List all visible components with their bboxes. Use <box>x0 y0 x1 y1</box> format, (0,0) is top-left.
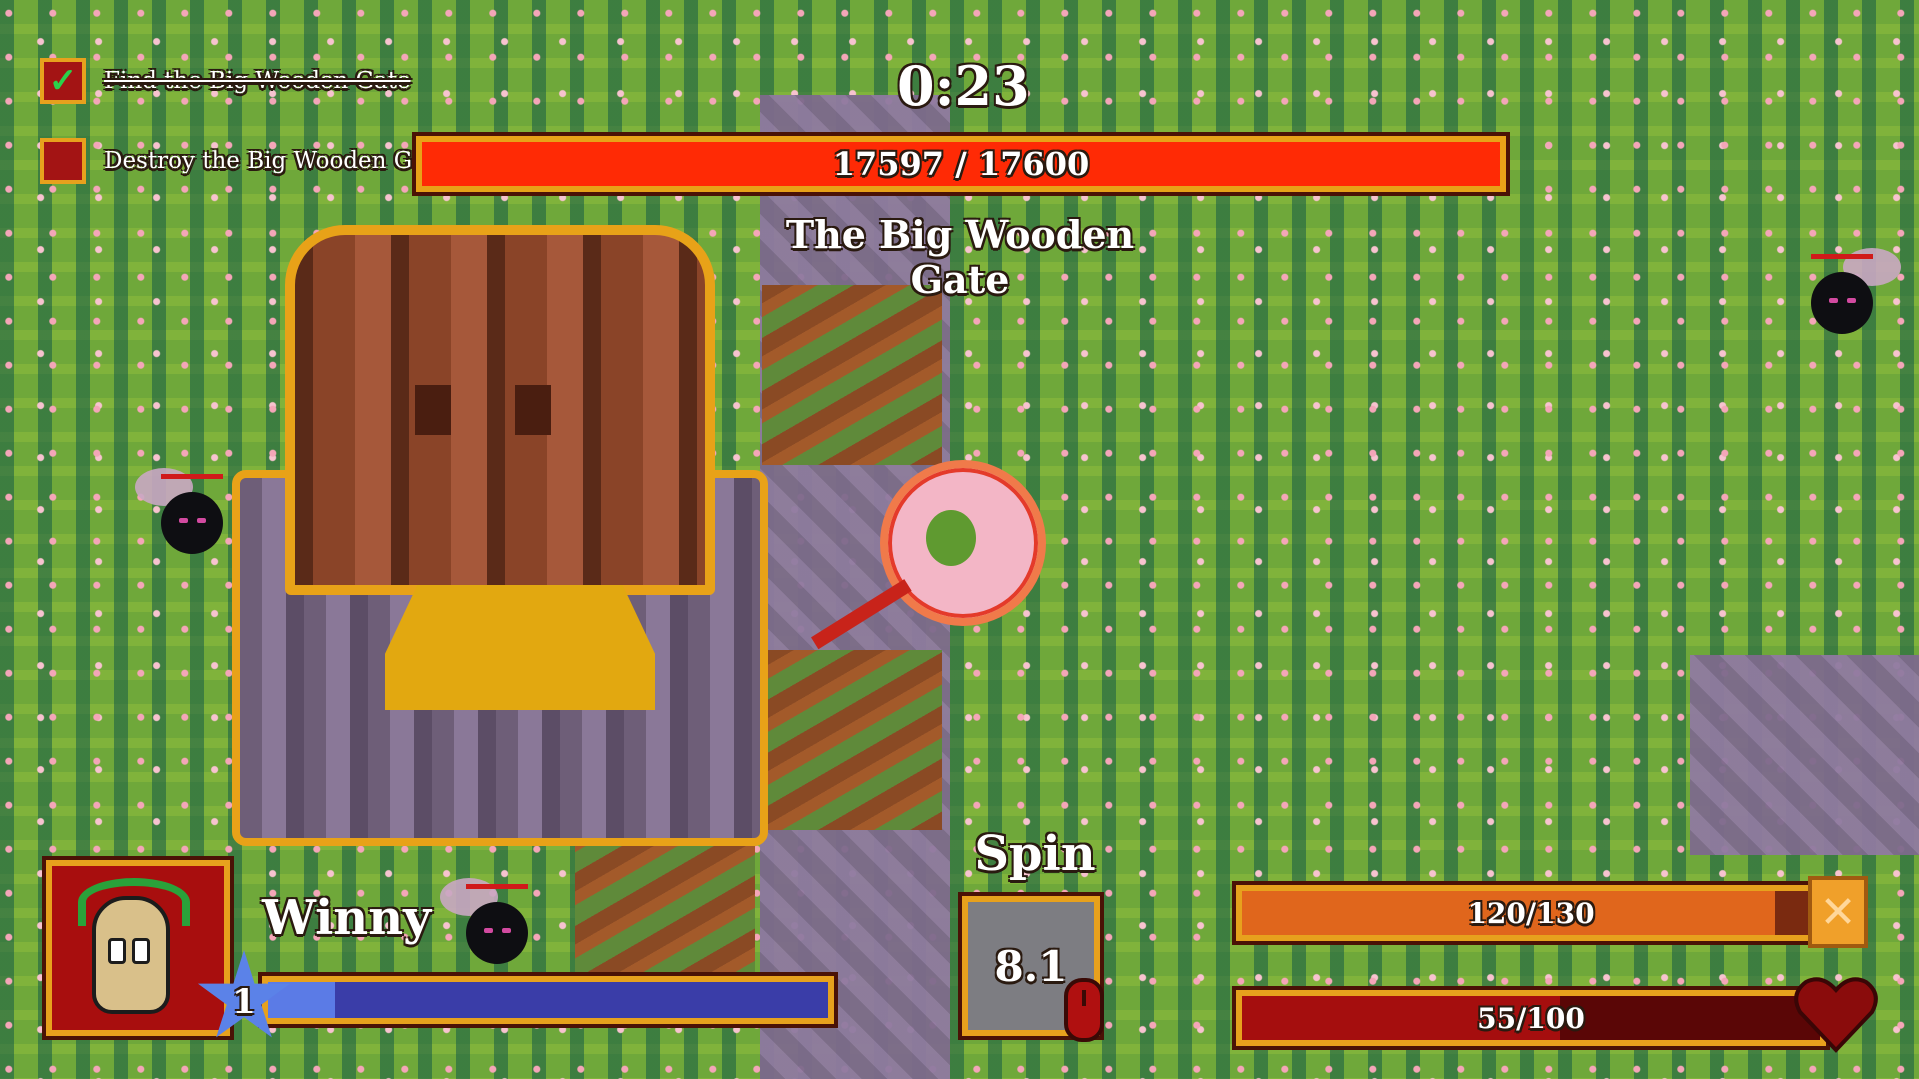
ability-cooldown: 8.1 <box>994 941 1068 991</box>
portrait-eye <box>132 938 150 964</box>
enemy-fly[interactable] <box>135 468 229 554</box>
stamina-text: 120/130 <box>1467 896 1595 930</box>
enemy-eye <box>197 518 206 523</box>
enemy-fly[interactable] <box>440 878 534 964</box>
objective-item: Destroy the Big Wooden Gate <box>40 138 449 184</box>
mouse-icon <box>1064 978 1104 1042</box>
objective-item: ✓ Find the Big Wooden Gate <box>40 58 411 104</box>
heart-icon <box>1794 977 1878 1053</box>
dirt-tile <box>762 650 942 830</box>
enemy-body <box>161 492 223 554</box>
stamina-icon: ✕ <box>1808 876 1868 948</box>
boss-health-bar: 17597 / 17600 <box>412 132 1510 196</box>
enemy-eye <box>502 928 511 933</box>
objective-label: Find the Big Wooden Gate <box>104 68 411 94</box>
round-timer: 0:23 <box>897 54 1030 118</box>
checkmark-icon: ✓ <box>48 61 78 101</box>
health-text: 55/100 <box>1477 1001 1585 1035</box>
enemy-body <box>1811 272 1873 334</box>
enemy-eye <box>1829 298 1838 303</box>
objective-checkbox: ✓ <box>40 58 86 104</box>
boss-health-text: 17597 / 17600 <box>832 145 1090 183</box>
stamina-bar: 120/130 <box>1232 881 1830 945</box>
enemy-health-bar <box>1811 254 1873 259</box>
enemy-fly[interactable] <box>1805 248 1901 334</box>
enemy-eye <box>484 928 493 933</box>
experience-bar <box>258 972 838 1028</box>
player-character <box>811 460 1046 650</box>
stone-path <box>1690 655 1919 855</box>
gate-gold-plate <box>385 585 655 710</box>
objective-label: Destroy the Big Wooden Gate <box>104 148 449 174</box>
enemy-health-bar <box>466 884 528 889</box>
dirt-tile <box>762 285 942 465</box>
boss-name: The Big Wooden Gate <box>785 212 1135 302</box>
enemy-eye <box>1847 298 1856 303</box>
objective-checkbox <box>40 138 86 184</box>
player-level: 1 <box>232 982 256 1022</box>
enemy-eye <box>179 518 188 523</box>
player-name: Winny <box>262 890 431 946</box>
portrait-headband <box>78 878 190 926</box>
ability-label: Spin <box>974 826 1096 882</box>
enemy-body <box>466 902 528 964</box>
enemy-health-bar <box>161 474 223 479</box>
player-head <box>926 510 976 566</box>
portrait-eye <box>108 938 126 964</box>
character-portrait <box>42 856 234 1040</box>
wooden-gate[interactable] <box>285 225 715 595</box>
health-bar: 55/100 <box>1232 986 1830 1050</box>
